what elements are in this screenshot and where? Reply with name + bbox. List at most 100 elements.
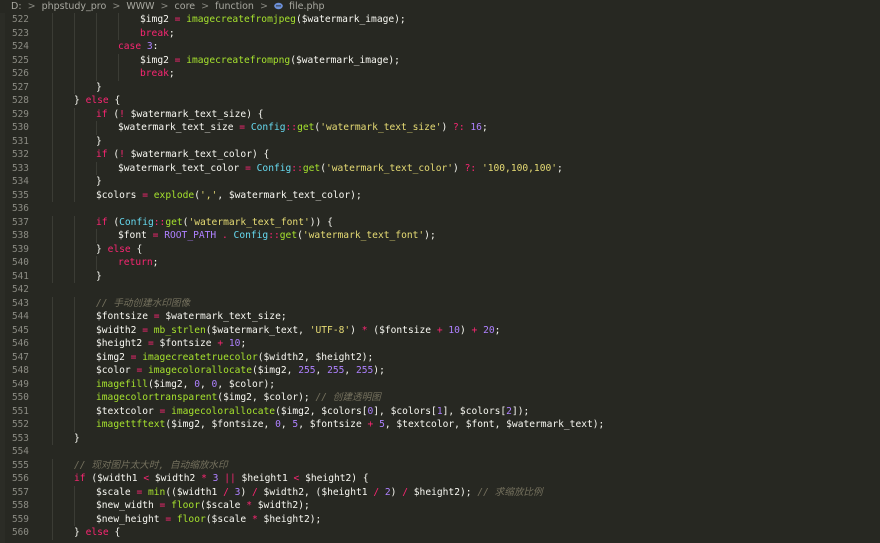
code-text: $new_height = floor($scale * $height2); xyxy=(96,513,321,527)
indent-guide xyxy=(52,431,53,445)
punctuation-token: ($img2, xyxy=(251,365,299,376)
punctuation-token: } xyxy=(74,527,86,538)
code-line[interactable]: 555 // 现对图片太大时, 自动缩放水印 xyxy=(0,458,880,472)
code-line[interactable]: 530 $watermark_text_size = Config::get('w… xyxy=(0,121,880,135)
indent-guide xyxy=(74,404,75,418)
indent-guide xyxy=(74,161,75,175)
code-line[interactable]: 529 if (! $watermark_text_size) { xyxy=(0,107,880,121)
code-line[interactable]: 535 $colors = explode(',', $watermark_tex… xyxy=(0,188,880,202)
code-line[interactable]: 547 $img2 = imagecreatetruecolor($width2,… xyxy=(0,350,880,365)
punctuation-token: ], $colors[ xyxy=(442,405,507,417)
code-line[interactable]: 552 imagettftext($img2, $fontsize, 0, 5, … xyxy=(0,418,880,432)
line-number: 526 xyxy=(12,68,29,79)
code-line[interactable]: 539} else { xyxy=(0,242,880,256)
code-line[interactable]: 524 case 3: xyxy=(0,40,880,54)
function-token: imagecolortransparent xyxy=(96,392,218,403)
code-line[interactable]: 542 xyxy=(0,283,880,297)
indent-guide xyxy=(52,134,53,148)
line-number: 542 xyxy=(12,284,29,295)
punctuation-token: ($img2, xyxy=(147,378,195,390)
code-line[interactable]: 522 $img2 = imagecreatefromjpeg($watermar… xyxy=(0,13,880,27)
punctuation-token: $watermark_text_size; xyxy=(159,311,287,322)
punctuation-token: $width2); xyxy=(252,500,310,511)
line-number: 534 xyxy=(12,176,29,187)
code-line[interactable]: 528} else { xyxy=(0,94,880,108)
operator-token: || xyxy=(224,473,236,484)
variable-token: $color xyxy=(96,365,137,376)
code-editor[interactable]: D: > phpstudy_pro > WWW > core > functio… xyxy=(0,0,880,543)
breadcrumb-segment-phpstudy-pro[interactable]: phpstudy_pro xyxy=(42,0,107,13)
punctuation-token: , xyxy=(280,419,293,430)
breadcrumb-drive[interactable]: D: xyxy=(11,0,22,13)
punctuation-token: { xyxy=(108,95,121,106)
indent-guide xyxy=(52,13,53,27)
code-line[interactable]: 523 break; xyxy=(0,26,880,40)
line-number: 523 xyxy=(12,27,29,39)
code-line[interactable]: 544 $fontsize = $watermark_text_size; xyxy=(0,310,880,324)
code-line[interactable]: 548 $color = imagecolorallocate($img2, 25… xyxy=(0,364,880,378)
indent-guide xyxy=(52,94,53,108)
punctuation-token: ) xyxy=(350,324,362,336)
punctuation-token: ( xyxy=(107,108,120,120)
code-line[interactable]: 526 break; xyxy=(0,67,880,81)
punctuation-token: $watermark_text_color) { xyxy=(124,149,270,160)
code-line[interactable]: 559 $new_height = floor($scale * $height2… xyxy=(0,512,880,527)
indent-guide xyxy=(52,350,53,364)
code-text: $img2 = imagecreatetruecolor($width2, $h… xyxy=(96,351,373,365)
indent-guide xyxy=(74,67,75,81)
code-line[interactable]: 543 // 手动创建水印图像 xyxy=(0,296,880,310)
indent-guide xyxy=(52,404,53,418)
code-line[interactable]: 536 xyxy=(0,202,880,216)
variable-token: $watermark_text_color xyxy=(118,162,246,174)
function-token: explode xyxy=(153,189,195,201)
code-line[interactable]: 558 $new_width = floor($scale * $width2); xyxy=(0,499,880,513)
code-text: $scale = min(($width1 / 3) / $width2, ($… xyxy=(96,486,543,500)
variable-token: $img2 xyxy=(96,351,131,363)
indent-guide xyxy=(52,526,53,540)
code-line[interactable]: 554 xyxy=(0,445,880,459)
code-line[interactable]: 533 $watermark_text_color = Config::get('… xyxy=(0,161,880,175)
punctuation-token: $height1 xyxy=(235,473,294,484)
line-number: 559 xyxy=(12,513,29,525)
breadcrumb-segment-core[interactable]: core xyxy=(175,0,196,13)
breadcrumb-segment-www[interactable]: WWW xyxy=(126,0,154,13)
code-line[interactable]: 553} xyxy=(0,431,880,445)
punctuation-token: ) xyxy=(240,486,252,498)
code-area[interactable]: 522 $img2 = imagecreatefromjpeg($watermar… xyxy=(0,13,880,543)
indent-guide xyxy=(52,175,53,189)
string-token: ',' xyxy=(200,189,218,201)
code-line[interactable]: 537 if (Config::get('watermark_text_font'… xyxy=(0,215,880,229)
punctuation-token: , $fontsize xyxy=(298,419,368,430)
line-number: 558 xyxy=(12,500,29,511)
line-number: 550 xyxy=(12,392,29,403)
indent-guide xyxy=(74,53,75,67)
code-line[interactable]: 546 $height2 = $fontsize + 10; xyxy=(0,337,880,351)
indent-guide xyxy=(74,499,75,513)
code-line[interactable]: 550 imagecolortransparent($img2, $color);… xyxy=(0,391,880,405)
code-line[interactable]: 551 $textcolor = imagecolorallocate($img2… xyxy=(0,404,880,418)
code-line[interactable]: 540 return; xyxy=(0,256,880,270)
punctuation-token: ); xyxy=(424,230,436,241)
code-line[interactable]: 545 $width2 = mb_strlen($watermark_text, … xyxy=(0,323,880,337)
code-text: imagettftext($img2, $fontsize, 0, 5, $fo… xyxy=(96,418,604,432)
code-line[interactable]: 527} xyxy=(0,80,880,94)
indent-guide xyxy=(74,229,75,243)
code-line[interactable]: 525 $img2 = imagecreatefrompng($watermark… xyxy=(0,53,880,67)
code-line[interactable]: 560} else { xyxy=(0,526,880,540)
variable-token: $img2 xyxy=(140,54,175,66)
code-line[interactable]: 531} xyxy=(0,134,880,148)
indent-guide xyxy=(74,175,75,189)
code-line[interactable]: 541} xyxy=(0,269,880,283)
code-line[interactable]: 532 if (! $watermark_text_color) { xyxy=(0,148,880,162)
code-line[interactable]: 549 imagefill($img2, 0, 0, $color); xyxy=(0,377,880,391)
line-number: 528 xyxy=(12,95,29,106)
code-line[interactable]: 538 $font = ROOT_PATH . Config::get('wate… xyxy=(0,229,880,243)
code-text: $img2 = imagecreatefromjpeg($watermark_i… xyxy=(140,13,406,27)
code-line[interactable]: 534} xyxy=(0,175,880,189)
breadcrumb-segment-function[interactable]: function xyxy=(215,0,254,13)
punctuation-token: , $color); xyxy=(217,378,276,390)
breadcrumb-file[interactable]: file.php xyxy=(289,0,325,13)
code-line[interactable]: 556 if ($width1 < $width2 * 3 || $height1… xyxy=(0,472,880,486)
code-line[interactable]: 557 $scale = min(($width1 / 3) / $width2,… xyxy=(0,485,880,500)
line-number: 541 xyxy=(12,270,29,282)
